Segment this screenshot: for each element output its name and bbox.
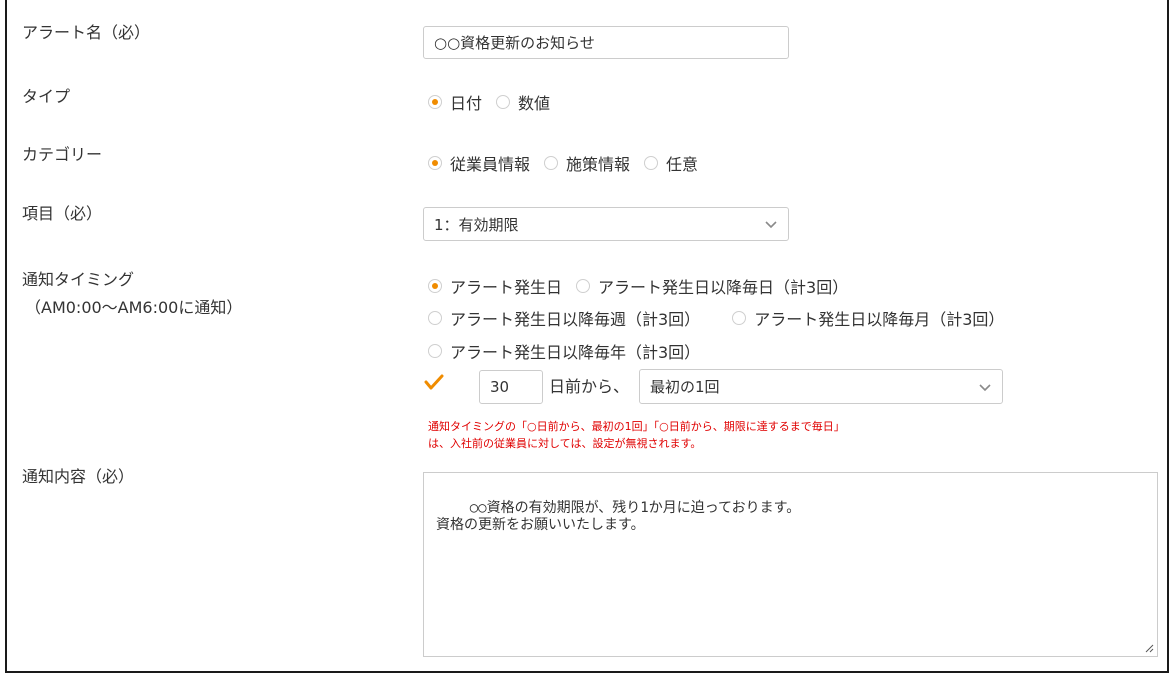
radio-button[interactable] (428, 344, 442, 358)
timing-sublabel: （AM0:00～AM6:00に通知） (25, 298, 243, 317)
content-text: ○○資格の有効期限が、残り1か月に迫っております。 資格の更新をお願いいたします… (436, 500, 801, 533)
category-option-policy-label: 施策情報 (566, 155, 631, 174)
type-option-date-label: 日付 (450, 94, 483, 113)
timing-option-weekly[interactable]: アラート発生日以降毎週（計3回） (428, 306, 700, 330)
frequency-select-value: 最初の1回 (650, 378, 720, 396)
radio-button[interactable] (496, 95, 511, 109)
radio-button[interactable] (428, 311, 442, 325)
radio-button[interactable] (428, 156, 442, 170)
item-select-value: 1：有効期限 (434, 215, 519, 234)
category-option-any-label: 任意 (666, 155, 699, 174)
timing-warning-line-2: は、入社前の従業員に対しては、設定が無視されます。 (428, 437, 702, 450)
category-radio-group: 従業員情報 施策情報 任意 (428, 151, 712, 175)
timing-option-on-day[interactable]: アラート発生日 (428, 274, 562, 298)
category-option-policy[interactable]: 施策情報 (544, 151, 630, 175)
timing-option-label: アラート発生日以降毎月（計3回） (754, 310, 1005, 329)
timing-option-label: アラート発生日以降毎週（計3回） (450, 310, 701, 329)
days-before-input[interactable]: 30 (479, 370, 543, 404)
timing-warning-line-1: 通知タイミングの「○日前から、最初の1回」「○日前から、期限に達するまで毎日」 (428, 420, 845, 433)
timing-radio-row-3: アラート発生日以降毎年（計3回） (428, 339, 714, 363)
category-label: カテゴリー (22, 145, 103, 164)
chevron-down-icon (765, 221, 777, 229)
category-option-employee-label: 従業員情報 (450, 155, 531, 174)
check-icon[interactable] (424, 373, 444, 391)
timing-option-monthly[interactable]: アラート発生日以降毎月（計3回） (732, 306, 1004, 330)
alert-name-value: ○○資格更新のお知らせ (434, 34, 595, 52)
frequency-select[interactable]: 最初の1回 (639, 369, 1003, 404)
timing-option-label: アラート発生日 (450, 278, 563, 297)
alert-name-label: アラート名（必） (22, 23, 151, 42)
chevron-down-icon (979, 383, 991, 391)
timing-label: 通知タイミング (22, 270, 135, 289)
content-textarea[interactable]: ○○資格の有効期限が、残り1か月に迫っております。 資格の更新をお願いいたします… (423, 472, 1158, 657)
content-label: 通知内容（必） (22, 467, 135, 486)
alert-name-input[interactable]: ○○資格更新のお知らせ (423, 26, 789, 59)
alert-settings-form: アラート名（必） ○○資格更新のお知らせ タイプ 日付 数値 カテゴリー 従業員… (5, 0, 1169, 673)
type-option-date[interactable]: 日付 (428, 90, 482, 114)
radio-button[interactable] (428, 279, 442, 293)
resize-grip-icon[interactable] (1144, 643, 1154, 653)
days-before-value: 30 (490, 378, 510, 396)
timing-option-yearly[interactable]: アラート発生日以降毎年（計3回） (428, 339, 700, 363)
radio-button[interactable] (732, 311, 747, 325)
timing-warning-note: 通知タイミングの「○日前から、最初の1回」「○日前から、期限に達するまで毎日」 … (428, 418, 845, 452)
days-before-suffix: 日前から、 (549, 377, 630, 396)
radio-button[interactable] (644, 156, 659, 170)
timing-option-daily[interactable]: アラート発生日以降毎日（計3回） (576, 274, 848, 298)
type-label: タイプ (22, 87, 71, 106)
timing-option-label: アラート発生日以降毎日（計3回） (598, 278, 849, 297)
type-radio-group: 日付 数値 (428, 90, 564, 114)
category-option-any[interactable]: 任意 (644, 151, 698, 175)
item-select[interactable]: 1：有効期限 (423, 207, 789, 241)
type-option-number-label: 数値 (518, 94, 551, 113)
timing-radio-row-2: アラート発生日以降毎週（計3回） アラート発生日以降毎月（計3回） (428, 306, 1018, 330)
item-label: 項目（必） (22, 204, 103, 223)
radio-button[interactable] (428, 95, 442, 109)
timing-radio-row-1: アラート発生日 アラート発生日以降毎日（計3回） (428, 274, 862, 298)
timing-option-label: アラート発生日以降毎年（計3回） (450, 343, 701, 362)
type-option-number[interactable]: 数値 (496, 90, 550, 114)
category-option-employee[interactable]: 従業員情報 (428, 151, 530, 175)
radio-button[interactable] (544, 156, 559, 170)
radio-button[interactable] (576, 279, 591, 293)
